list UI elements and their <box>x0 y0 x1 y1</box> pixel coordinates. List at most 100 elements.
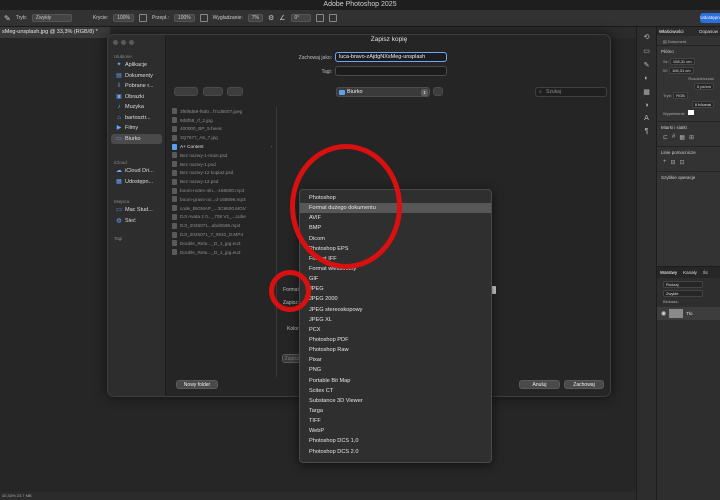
close-dot[interactable] <box>113 40 118 45</box>
sidebar-item[interactable]: ◍ Sieć <box>111 216 162 227</box>
pressure-opacity-icon[interactable] <box>139 14 147 22</box>
height-field[interactable]: 108,31 cm <box>668 67 694 74</box>
opacity-field[interactable]: 100% <box>113 14 134 22</box>
format-menu-item[interactable]: Substance 3D Viewer <box>300 396 491 406</box>
file-item[interactable]: DJI_2025071_7_0910_D.MP4 <box>168 230 276 239</box>
format-menu-item[interactable]: PCX <box>300 325 491 335</box>
format-menu-item[interactable]: Photoshop DCS 2.0 <box>300 447 491 457</box>
guides-icon[interactable]: ⊞ <box>689 134 694 141</box>
symmetry-icon[interactable] <box>328 14 337 22</box>
format-menu-item[interactable]: JPEG <box>300 284 491 294</box>
format-menu-item[interactable]: Photoshop PDF <box>300 335 491 345</box>
ruler-icon[interactable]: ⊏ <box>663 134 668 141</box>
smoothing-field[interactable]: 7% <box>247 14 263 22</box>
bit-depth-select[interactable]: 8 b/kanał <box>691 101 714 108</box>
guide-lock-icon[interactable]: ⊡ <box>680 159 685 166</box>
pixel-grid-icon[interactable]: ▦ <box>679 134 685 141</box>
comments-icon[interactable]: ▭ <box>643 47 650 55</box>
file-item[interactable]: DJI_2025071...abd0569.mp4 <box>168 221 276 230</box>
paragraph-icon[interactable]: ¶ <box>645 128 649 135</box>
adjust-icon[interactable]: ◑ <box>644 102 648 109</box>
file-item[interactable]: Bez nazwy-1.psd <box>168 160 276 169</box>
view-mode-button[interactable] <box>203 87 223 96</box>
eye-icon[interactable]: ◉ <box>661 310 666 317</box>
format-menu-item[interactable]: Photoshop Raw <box>300 345 491 355</box>
swatches-icon[interactable]: ▦ <box>643 88 650 96</box>
fill-swatch[interactable] <box>687 110 694 115</box>
tab-layers[interactable]: Warstwy <box>660 270 677 275</box>
quick-actions-section[interactable]: Szybkie operacje <box>657 171 720 183</box>
tab-paths[interactable]: Śc <box>703 270 708 275</box>
color-icon[interactable]: ◐ <box>644 75 648 82</box>
sidebar-item[interactable]: ✦ Aplikacje <box>111 60 162 71</box>
format-menu-item[interactable]: Portable Bit Map <box>300 376 491 386</box>
canvas-section[interactable]: Płótno <box>657 45 720 57</box>
flow-field[interactable]: 100% <box>173 14 195 22</box>
sidebar-item[interactable]: ☁ iCloud Dri... <box>111 166 162 177</box>
format-menu-item[interactable]: Targa <box>300 406 491 416</box>
share-button[interactable]: Udostępnij <box>700 13 720 23</box>
file-item[interactable]: A+ Content › <box>168 142 276 151</box>
grid-icon[interactable]: # <box>672 134 675 141</box>
airbrush-icon[interactable] <box>199 14 208 22</box>
angle-field[interactable]: 0° <box>290 14 311 22</box>
file-item[interactable]: Double_Retu..._D_1_jpg.eu3 <box>168 239 276 248</box>
tab-adjustments[interactable]: Dopasow <box>697 27 720 36</box>
file-item[interactable]: 3Q7677_A6_7.jpg <box>168 133 276 142</box>
mode-select[interactable]: Zwykły <box>31 14 72 22</box>
sidebar-item[interactable]: ♪ Muzyka <box>111 102 162 113</box>
sidebar-item[interactable]: ▣ Obrazki <box>111 92 162 103</box>
format-menu-item[interactable]: WebP <box>300 426 491 436</box>
gear-icon[interactable]: ⚙ <box>268 14 274 22</box>
sidebar-item[interactable]: ▭ Biurko <box>111 133 162 144</box>
document-tab[interactable]: sMeg-unsplash.jpg @ 33,3% (RGB/8) * <box>0 27 110 38</box>
rulers-section[interactable]: Miarki i siatki <box>657 121 720 133</box>
search-input[interactable]: ⌕ Szukaj <box>535 87 607 97</box>
file-item[interactable]: 400000_BP_5.heeic <box>168 125 276 134</box>
format-menu-item[interactable]: JPEG 2000 <box>300 294 491 304</box>
guide-add-icon[interactable]: + <box>663 159 667 166</box>
tags-input[interactable] <box>335 66 447 76</box>
new-folder-button[interactable]: Nowy folder <box>176 380 218 389</box>
group-button[interactable] <box>227 87 243 96</box>
color-mode-select[interactable]: RGB <box>673 92 688 99</box>
minimize-dot[interactable] <box>121 40 126 45</box>
file-item[interactable]: Double_Retu..._D_1_jpg.eu3 <box>168 248 276 257</box>
file-item[interactable]: Bez nazwy-12 kopia2.psd <box>168 169 276 178</box>
format-menu-item[interactable]: Scitex CT <box>300 386 491 396</box>
format-menu-item[interactable]: Photoshop DCS 1,0 <box>300 436 491 446</box>
file-item[interactable]: 3f6f9d69-f6d0...f7cd6007.jpeg <box>168 107 276 116</box>
file-item[interactable]: 9d8f58_rf_2.jpg <box>168 116 276 125</box>
file-item[interactable]: code_BIGMAP_...3C8600.MOV <box>168 204 276 213</box>
layer-filter-select[interactable]: Rodzaj <box>663 281 703 288</box>
filename-input[interactable]: luca-bravo-zAjdgNXsMeg-unsplash <box>335 52 447 62</box>
cancel-button[interactable]: Anuluj <box>519 380 560 389</box>
sidebar-item[interactable]: ▦ Udostępn... <box>111 177 162 188</box>
format-menu-item[interactable]: Pixar <box>300 355 491 365</box>
pressure-size-icon[interactable] <box>315 14 324 22</box>
width-field[interactable]: 108,31 cm <box>669 58 695 65</box>
format-menu-item[interactable]: JPEG XL <box>300 315 491 325</box>
location-select[interactable]: Biurko ⇕ <box>336 87 430 97</box>
sidebar-item[interactable]: ⌂ bartosztr... <box>111 113 162 124</box>
file-item[interactable]: Bez nazwy-12.psd <box>168 177 276 186</box>
sidebar-item[interactable]: ⇩ Pobrane r... <box>111 81 162 92</box>
history-icon[interactable]: ⟲ <box>644 33 650 41</box>
format-menu-item[interactable]: JPEG stereoskopowy <box>300 305 491 315</box>
expand-button[interactable] <box>433 87 443 96</box>
format-menu-item[interactable]: TIFF <box>300 416 491 426</box>
format-menu-item[interactable]: GIF <box>300 274 491 284</box>
zoom-dot[interactable] <box>129 40 134 45</box>
file-item[interactable]: boom-notes-4m...-168600.mp3 <box>168 186 276 195</box>
tab-properties[interactable]: Właściwości <box>657 27 686 36</box>
layer-row[interactable]: ◉ Tło <box>657 307 720 320</box>
character-icon[interactable]: A <box>644 115 649 122</box>
save-button[interactable]: Zachowaj <box>564 380 604 389</box>
guide-layout-icon[interactable]: ⊟ <box>671 159 676 166</box>
tab-channels[interactable]: Kanały <box>683 270 697 275</box>
sidebar-item[interactable]: ▤ Dokumenty <box>111 71 162 82</box>
brush-icon[interactable]: ✎ <box>4 14 11 23</box>
back-forward-button[interactable] <box>174 87 198 96</box>
sidebar-item[interactable]: ▭ Mac Stud... <box>111 205 162 216</box>
sidebar-item[interactable]: ▶ Filmy <box>111 123 162 134</box>
